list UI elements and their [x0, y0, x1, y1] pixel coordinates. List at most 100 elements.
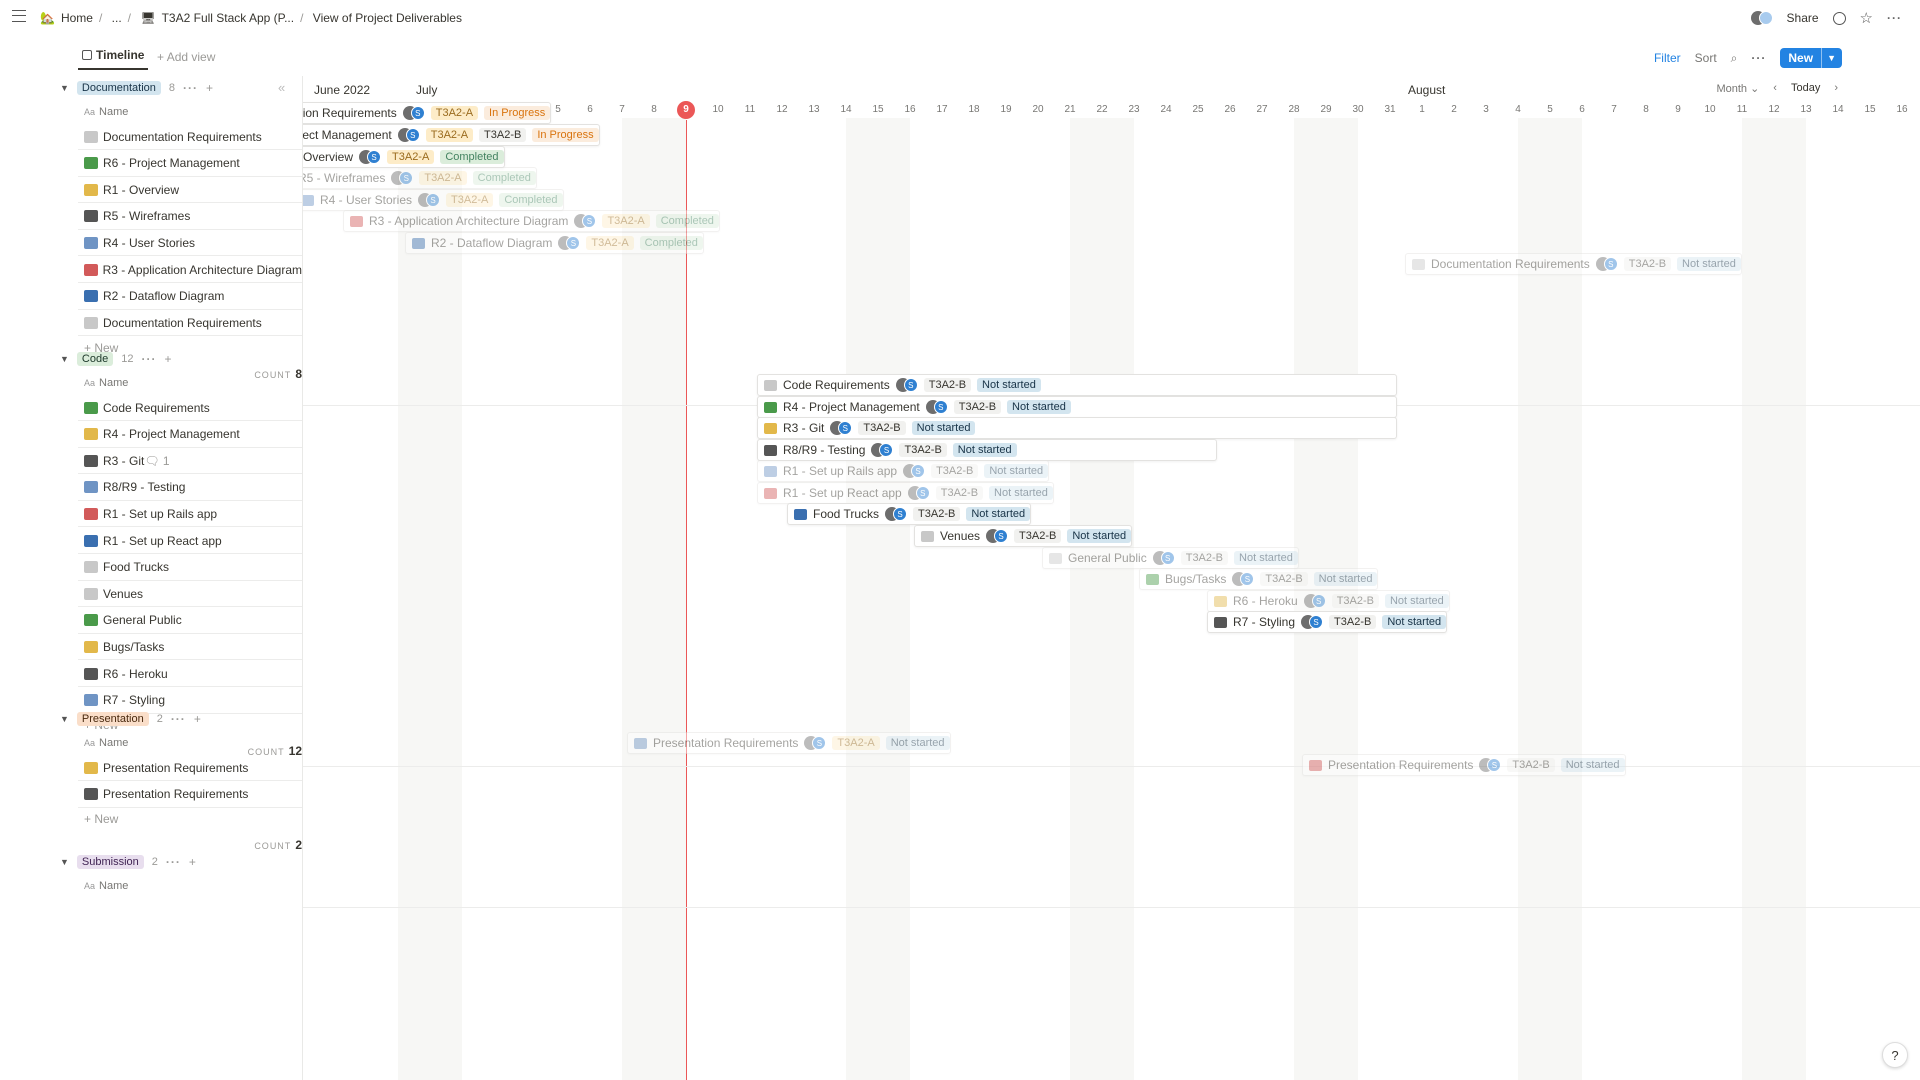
item-name: Venues: [103, 586, 144, 601]
list-item[interactable]: R6 - Heroku: [78, 661, 302, 687]
group-header-submission[interactable]: ▼ Submission 2 ··· +: [60, 852, 196, 872]
list-item[interactable]: R6 - Project Management: [78, 151, 302, 177]
day-label: 6: [587, 104, 593, 115]
breadcrumb-ellipsis[interactable]: ...: [112, 11, 122, 25]
group-header-documentation[interactable]: ▼ Documentation 8 ··· +: [60, 78, 213, 98]
toggle-icon[interactable]: ▼: [60, 354, 69, 364]
list-item[interactable]: R4 - Project Management: [78, 422, 302, 448]
day-label: 13: [1800, 104, 1812, 115]
list-item[interactable]: Presentation Requirements: [78, 755, 302, 781]
timeline-bar[interactable]: R6 - Heroku S T3A2-B Not started: [1207, 590, 1450, 612]
help-button[interactable]: ?: [1882, 1042, 1908, 1068]
day-label: 10: [1704, 104, 1716, 115]
list-item[interactable]: R1 - Overview: [78, 177, 302, 204]
list-item[interactable]: R3 - Git 🗨 1: [78, 448, 302, 475]
chevron-right-icon[interactable]: ›: [1834, 82, 1838, 95]
timeline-bar[interactable]: R4 - User Stories S T3A2-A Completed: [303, 189, 564, 211]
toggle-icon[interactable]: ▼: [60, 857, 69, 867]
weekend-shade: [1742, 118, 1806, 1080]
timeline-bar[interactable]: Bugs/Tasks S T3A2-B Not started: [1139, 568, 1379, 590]
status-badge: Completed: [655, 214, 719, 228]
toggle-icon[interactable]: ▼: [60, 714, 69, 724]
timeline-bar[interactable]: Documentation Requirements S T3A2-B Not sta…: [1405, 253, 1742, 275]
clock-icon[interactable]: [1832, 11, 1846, 25]
add-icon[interactable]: +: [164, 352, 171, 366]
menu-icon[interactable]: [12, 10, 26, 22]
timeline-bar[interactable]: General Public S T3A2-B Not started: [1042, 547, 1299, 569]
item-name: R8/R9 - Testing: [103, 480, 186, 495]
filter-button[interactable]: Filter: [1654, 51, 1681, 65]
sprint-tag: T3A2-A: [425, 128, 474, 142]
list-item[interactable]: Venues: [78, 581, 302, 608]
star-icon[interactable]: ☆: [1860, 9, 1873, 27]
list-item[interactable]: R4 - User Stories: [78, 230, 302, 257]
breadcrumb-app[interactable]: T3A2 Full Stack App (P...: [162, 11, 295, 25]
timeline-bar[interactable]: R1 - Set up React app S T3A2-B Not started: [757, 482, 1054, 504]
list-item[interactable]: R8/R9 - Testing: [78, 475, 302, 501]
group-header-presentation[interactable]: ▼ Presentation 2 ··· +: [60, 709, 201, 729]
add-view-button[interactable]: + Add view: [157, 50, 215, 64]
sort-button[interactable]: Sort: [1695, 51, 1717, 65]
timeline-bar[interactable]: Venues S T3A2-B Not started: [914, 525, 1133, 547]
timeline-bar[interactable]: Presentation Requirements S T3A2-A Not star…: [627, 732, 951, 754]
list-item[interactable]: Code Requirements: [78, 395, 302, 421]
list-item[interactable]: Bugs/Tasks: [78, 634, 302, 661]
new-button[interactable]: New ▼: [1780, 48, 1842, 68]
add-icon[interactable]: +: [189, 855, 196, 869]
list-item[interactable]: R5 - Wireframes: [78, 204, 302, 230]
timeline-bar[interactable]: R4 - Project Management S T3A2-B Not starte…: [757, 396, 1397, 418]
list-item[interactable]: R1 - Set up React app: [78, 528, 302, 554]
more-icon[interactable]: ···: [183, 81, 198, 95]
timeline-bar[interactable]: R8/R9 - Testing S T3A2-B Not started: [757, 439, 1217, 461]
timeline-bar[interactable]: R1 - Overview S T3A2-A Completed: [303, 146, 505, 168]
bar-title: R3 - Application Architecture Diagram: [369, 214, 569, 228]
timeline-bar[interactable]: R2 - Dataflow Diagram S T3A2-A Completed: [405, 232, 704, 254]
timeline-bar[interactable]: Presentation Requirements S T3A2-B Not star…: [1302, 754, 1626, 776]
more-icon[interactable]: ···: [1887, 11, 1902, 25]
add-icon[interactable]: +: [194, 712, 201, 726]
share-button[interactable]: Share: [1787, 11, 1819, 25]
list-item[interactable]: Documentation Requirements: [78, 310, 302, 337]
more-icon[interactable]: ···: [141, 352, 156, 366]
item-icon: [84, 481, 98, 494]
timeline-bar[interactable]: R7 - Styling S T3A2-B Not started: [1207, 611, 1448, 633]
timeline-bar[interactable]: Code Requirements S T3A2-B Not started: [757, 374, 1397, 396]
search-icon[interactable]: ⌕: [1731, 51, 1738, 66]
timeline-bar[interactable]: Documentation Requirements S T3A2-A In Prog…: [303, 102, 552, 124]
list-item[interactable]: R3 - Application Architecture Diagram: [78, 257, 302, 283]
chevron-left-icon[interactable]: ‹: [1773, 82, 1777, 95]
comment-icon[interactable]: 🗨 1: [144, 454, 169, 468]
more-icon[interactable]: ···: [166, 855, 181, 869]
status-badge: Not started: [989, 486, 1053, 500]
breadcrumb-page[interactable]: View of Project Deliverables: [313, 11, 462, 25]
timeline-bar[interactable]: R1 - Set up Rails app S T3A2-B Not started: [757, 460, 1050, 482]
list-item[interactable]: Presentation Requirements: [78, 782, 302, 808]
today-button[interactable]: Today: [1791, 82, 1820, 95]
item-name: R3 - Git: [103, 453, 145, 468]
timeline-bar[interactable]: R5 - Wireframes S T3A2-A Completed: [303, 167, 537, 189]
list-item[interactable]: Documentation Requirements: [78, 124, 302, 150]
timeline-bar[interactable]: R3 - Application Architecture Diagram S T3…: [343, 210, 720, 232]
item-icon: [303, 194, 314, 206]
tab-timeline[interactable]: Timeline: [82, 48, 144, 62]
item-icon: [84, 401, 98, 414]
list-item[interactable]: General Public: [78, 608, 302, 634]
group-header-code[interactable]: ▼ Code 12 ··· +: [60, 349, 171, 369]
timeline-bar[interactable]: Food Trucks S T3A2-B Not started: [787, 503, 1032, 525]
item-icon: [764, 487, 777, 499]
breadcrumb-home[interactable]: Home: [61, 11, 93, 25]
scale-select[interactable]: Month ⌄: [1716, 82, 1759, 95]
list-item[interactable]: Food Trucks: [78, 555, 302, 581]
list-item[interactable]: R1 - Set up Rails app: [78, 501, 302, 528]
item-icon: [921, 530, 934, 542]
timeline-bar[interactable]: R6 - Project Management S T3A2-A T3A2-B In P…: [303, 124, 600, 146]
list-item[interactable]: R2 - Dataflow Diagram: [78, 284, 302, 310]
add-icon[interactable]: +: [206, 81, 213, 95]
new-row-button[interactable]: + New: [84, 812, 118, 832]
avatar-group[interactable]: [1750, 11, 1773, 25]
toggle-icon[interactable]: ▼: [60, 83, 69, 93]
more-icon[interactable]: ···: [171, 712, 186, 726]
timeline-bar[interactable]: R3 - Git S T3A2-B Not started: [757, 417, 1397, 439]
name-label: Name: [99, 880, 129, 892]
more-icon[interactable]: ···: [1751, 51, 1766, 65]
